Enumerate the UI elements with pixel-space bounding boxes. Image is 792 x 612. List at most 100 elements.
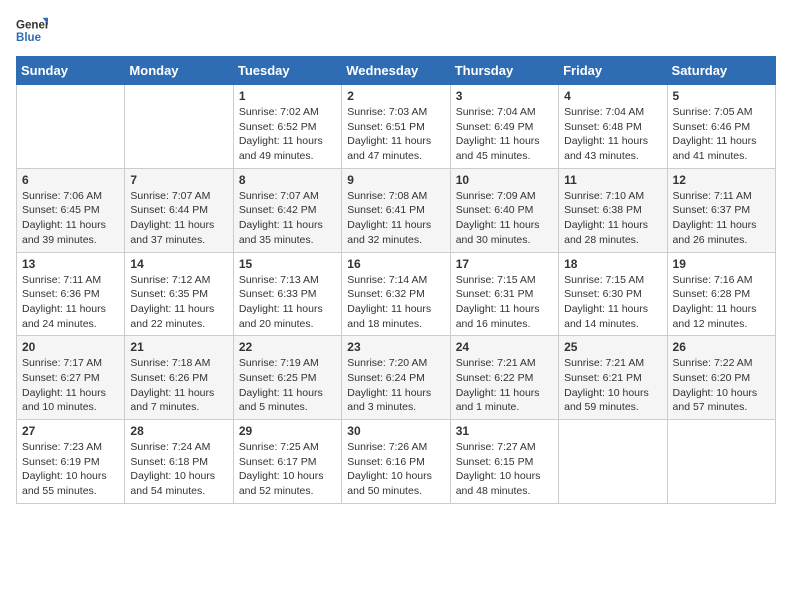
- day-info: Sunrise: 7:03 AM Sunset: 6:51 PM Dayligh…: [347, 105, 444, 164]
- calendar-cell: 28 Sunrise: 7:24 AM Sunset: 6:18 PM Dayli…: [125, 420, 233, 504]
- day-number: 14: [130, 257, 227, 271]
- day-number: 12: [673, 173, 770, 187]
- calendar-cell: 22 Sunrise: 7:19 AM Sunset: 6:25 PM Dayli…: [233, 336, 341, 420]
- day-number: 25: [564, 340, 661, 354]
- calendar-cell: [559, 420, 667, 504]
- calendar-cell: 6 Sunrise: 7:06 AM Sunset: 6:45 PM Daylig…: [17, 168, 125, 252]
- day-info: Sunrise: 7:14 AM Sunset: 6:32 PM Dayligh…: [347, 273, 444, 332]
- day-number: 19: [673, 257, 770, 271]
- day-info: Sunrise: 7:19 AM Sunset: 6:25 PM Dayligh…: [239, 356, 336, 415]
- day-number: 8: [239, 173, 336, 187]
- calendar-cell: 18 Sunrise: 7:15 AM Sunset: 6:30 PM Dayli…: [559, 252, 667, 336]
- day-number: 1: [239, 89, 336, 103]
- calendar-cell: 2 Sunrise: 7:03 AM Sunset: 6:51 PM Daylig…: [342, 85, 450, 169]
- calendar-cell: 25 Sunrise: 7:21 AM Sunset: 6:21 PM Dayli…: [559, 336, 667, 420]
- day-info: Sunrise: 7:13 AM Sunset: 6:33 PM Dayligh…: [239, 273, 336, 332]
- calendar-cell: 4Sunrise: 7:04 AM Sunset: 6:48 PM Daylig…: [559, 85, 667, 169]
- calendar-cell: 21 Sunrise: 7:18 AM Sunset: 6:26 PM Dayli…: [125, 336, 233, 420]
- day-number: 18: [564, 257, 661, 271]
- day-info: Sunrise: 7:09 AM Sunset: 6:40 PM Dayligh…: [456, 189, 553, 248]
- day-number: 21: [130, 340, 227, 354]
- day-number: 2: [347, 89, 444, 103]
- calendar-cell: 20 Sunrise: 7:17 AM Sunset: 6:27 PM Dayli…: [17, 336, 125, 420]
- day-info: Sunrise: 7:15 AM Sunset: 6:30 PM Dayligh…: [564, 273, 661, 332]
- day-number: 22: [239, 340, 336, 354]
- calendar-cell: 19 Sunrise: 7:16 AM Sunset: 6:28 PM Dayli…: [667, 252, 775, 336]
- svg-text:Blue: Blue: [16, 32, 42, 44]
- calendar-cell: 12 Sunrise: 7:11 AM Sunset: 6:37 PM Dayli…: [667, 168, 775, 252]
- day-info: Sunrise: 7:07 AM Sunset: 6:42 PM Dayligh…: [239, 189, 336, 248]
- calendar-cell: 11 Sunrise: 7:10 AM Sunset: 6:38 PM Dayli…: [559, 168, 667, 252]
- day-info: Sunrise: 7:21 AM Sunset: 6:21 PM Dayligh…: [564, 356, 661, 415]
- calendar-cell: 24 Sunrise: 7:21 AM Sunset: 6:22 PM Dayli…: [450, 336, 558, 420]
- calendar-cell: 29 Sunrise: 7:25 AM Sunset: 6:17 PM Dayli…: [233, 420, 341, 504]
- calendar-header-friday: Friday: [559, 57, 667, 85]
- day-info: Sunrise: 7:24 AM Sunset: 6:18 PM Dayligh…: [130, 440, 227, 499]
- day-info: Sunrise: 7:27 AM Sunset: 6:15 PM Dayligh…: [456, 440, 553, 499]
- day-number: 28: [130, 424, 227, 438]
- day-number: 13: [22, 257, 119, 271]
- calendar-cell: 10 Sunrise: 7:09 AM Sunset: 6:40 PM Dayli…: [450, 168, 558, 252]
- day-info: Sunrise: 7:25 AM Sunset: 6:17 PM Dayligh…: [239, 440, 336, 499]
- day-info: Sunrise: 7:22 AM Sunset: 6:20 PM Dayligh…: [673, 356, 770, 415]
- calendar-cell: 23 Sunrise: 7:20 AM Sunset: 6:24 PM Dayli…: [342, 336, 450, 420]
- calendar-cell: 5Sunrise: 7:05 AM Sunset: 6:46 PM Daylig…: [667, 85, 775, 169]
- calendar-week-row: 27 Sunrise: 7:23 AM Sunset: 6:19 PM Dayli…: [17, 420, 776, 504]
- calendar-cell: 26 Sunrise: 7:22 AM Sunset: 6:20 PM Dayli…: [667, 336, 775, 420]
- logo: General Blue: [16, 16, 48, 48]
- calendar-cell: 1 Sunrise: 7:02 AM Sunset: 6:52 PM Daylig…: [233, 85, 341, 169]
- day-info: Sunrise: 7:23 AM Sunset: 6:19 PM Dayligh…: [22, 440, 119, 499]
- day-info: Sunrise: 7:07 AM Sunset: 6:44 PM Dayligh…: [130, 189, 227, 248]
- page-header: General Blue: [16, 16, 776, 48]
- day-info: Sunrise: 7:10 AM Sunset: 6:38 PM Dayligh…: [564, 189, 661, 248]
- calendar-cell: 31 Sunrise: 7:27 AM Sunset: 6:15 PM Dayli…: [450, 420, 558, 504]
- calendar-header-row: SundayMondayTuesdayWednesdayThursdayFrid…: [17, 57, 776, 85]
- day-number: 24: [456, 340, 553, 354]
- day-number: 15: [239, 257, 336, 271]
- day-number: 17: [456, 257, 553, 271]
- calendar-cell: 13 Sunrise: 7:11 AM Sunset: 6:36 PM Dayli…: [17, 252, 125, 336]
- calendar-cell: 9Sunrise: 7:08 AM Sunset: 6:41 PM Daylig…: [342, 168, 450, 252]
- day-info: Sunrise: 7:16 AM Sunset: 6:28 PM Dayligh…: [673, 273, 770, 332]
- calendar-header-saturday: Saturday: [667, 57, 775, 85]
- calendar-header-wednesday: Wednesday: [342, 57, 450, 85]
- calendar-cell: 16Sunrise: 7:14 AM Sunset: 6:32 PM Dayli…: [342, 252, 450, 336]
- day-info: Sunrise: 7:26 AM Sunset: 6:16 PM Dayligh…: [347, 440, 444, 499]
- day-number: 23: [347, 340, 444, 354]
- day-number: 26: [673, 340, 770, 354]
- day-info: Sunrise: 7:17 AM Sunset: 6:27 PM Dayligh…: [22, 356, 119, 415]
- day-number: 29: [239, 424, 336, 438]
- calendar-cell: 27 Sunrise: 7:23 AM Sunset: 6:19 PM Dayli…: [17, 420, 125, 504]
- day-number: 3: [456, 89, 553, 103]
- day-info: Sunrise: 7:18 AM Sunset: 6:26 PM Dayligh…: [130, 356, 227, 415]
- calendar-header-sunday: Sunday: [17, 57, 125, 85]
- calendar-cell: 30 Sunrise: 7:26 AM Sunset: 6:16 PM Dayli…: [342, 420, 450, 504]
- day-info: Sunrise: 7:15 AM Sunset: 6:31 PM Dayligh…: [456, 273, 553, 332]
- day-info: Sunrise: 7:02 AM Sunset: 6:52 PM Dayligh…: [239, 105, 336, 164]
- day-info: Sunrise: 7:21 AM Sunset: 6:22 PM Dayligh…: [456, 356, 553, 415]
- day-number: 31: [456, 424, 553, 438]
- day-info: Sunrise: 7:06 AM Sunset: 6:45 PM Dayligh…: [22, 189, 119, 248]
- calendar-week-row: 20 Sunrise: 7:17 AM Sunset: 6:27 PM Dayli…: [17, 336, 776, 420]
- calendar-cell: 3Sunrise: 7:04 AM Sunset: 6:49 PM Daylig…: [450, 85, 558, 169]
- day-number: 10: [456, 173, 553, 187]
- calendar-cell: [667, 420, 775, 504]
- calendar-table: SundayMondayTuesdayWednesdayThursdayFrid…: [16, 56, 776, 504]
- day-info: Sunrise: 7:11 AM Sunset: 6:37 PM Dayligh…: [673, 189, 770, 248]
- day-info: Sunrise: 7:04 AM Sunset: 6:48 PM Dayligh…: [564, 105, 661, 164]
- day-number: 27: [22, 424, 119, 438]
- day-number: 11: [564, 173, 661, 187]
- calendar-cell: 17 Sunrise: 7:15 AM Sunset: 6:31 PM Dayli…: [450, 252, 558, 336]
- calendar-header-monday: Monday: [125, 57, 233, 85]
- calendar-cell: [125, 85, 233, 169]
- day-number: 20: [22, 340, 119, 354]
- day-info: Sunrise: 7:20 AM Sunset: 6:24 PM Dayligh…: [347, 356, 444, 415]
- day-info: Sunrise: 7:11 AM Sunset: 6:36 PM Dayligh…: [22, 273, 119, 332]
- calendar-week-row: 6 Sunrise: 7:06 AM Sunset: 6:45 PM Daylig…: [17, 168, 776, 252]
- day-number: 30: [347, 424, 444, 438]
- day-number: 9: [347, 173, 444, 187]
- day-number: 6: [22, 173, 119, 187]
- calendar-header-thursday: Thursday: [450, 57, 558, 85]
- calendar-cell: [17, 85, 125, 169]
- day-number: 7: [130, 173, 227, 187]
